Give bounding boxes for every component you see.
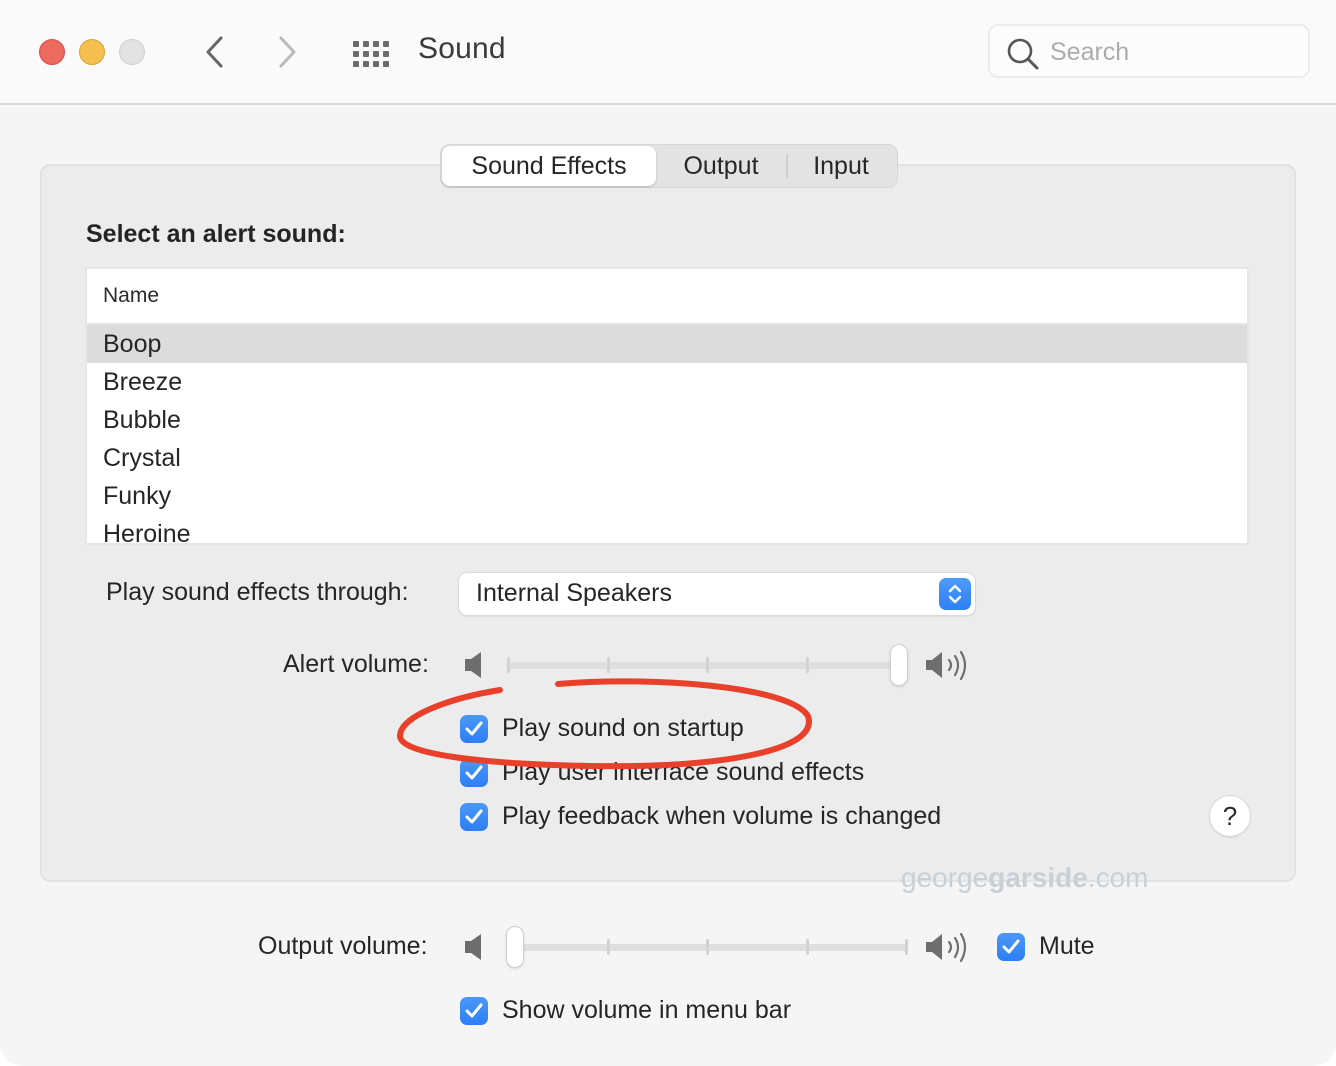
popup-stepper-icon: [939, 578, 971, 610]
checkmark-icon: [460, 802, 488, 831]
checkbox-label: Show volume in menu bar: [502, 996, 792, 1024]
output-device-select[interactable]: Internal Speakers: [459, 573, 975, 615]
output-volume-label: Output volume:: [258, 932, 428, 960]
alert-volume-slider[interactable]: [506, 645, 908, 685]
show-volume-menu-bar-checkbox[interactable]: Show volume in menu bar: [460, 996, 791, 1025]
watermark: georgegarside.com: [901, 862, 1148, 894]
slider-tick: [805, 939, 809, 955]
watermark-bold: garside: [988, 862, 1088, 893]
checkmark-icon: [460, 996, 488, 1025]
tab-input[interactable]: Input: [788, 146, 894, 186]
help-button[interactable]: ?: [1210, 796, 1250, 836]
output-volume-slider[interactable]: [506, 927, 908, 967]
tab-bar: Sound Effects Output Input: [440, 144, 898, 188]
forward-button[interactable]: [270, 32, 306, 72]
slider-thumb[interactable]: [891, 645, 907, 685]
list-item[interactable]: Funky: [87, 477, 1247, 515]
slider-tick: [706, 657, 709, 673]
speaker-high-icon: [926, 650, 967, 681]
close-button[interactable]: [39, 39, 65, 65]
checkbox-label: Play user interface sound effects: [502, 758, 865, 786]
mute-checkbox[interactable]: Mute: [997, 932, 1095, 961]
back-button[interactable]: [196, 32, 232, 72]
tab-output[interactable]: Output: [656, 146, 786, 186]
slider-tick: [606, 657, 610, 673]
play-feedback-volume-checkbox[interactable]: Play feedback when volume is changed: [460, 802, 941, 831]
speaker-high-icon: [926, 932, 967, 963]
play-sound-on-startup-checkbox[interactable]: Play sound on startup: [460, 714, 744, 743]
alert-sound-heading: Select an alert sound:: [86, 220, 346, 248]
checkmark-icon: [460, 758, 488, 787]
checkmark-icon: [997, 932, 1025, 961]
tab-sound-effects[interactable]: Sound Effects: [442, 146, 656, 186]
slider-tick: [706, 939, 709, 955]
chevron-right-icon: [279, 36, 296, 68]
sound-preferences-window: Sound Sound Effects Output Input Select …: [0, 0, 1336, 1066]
column-header-name[interactable]: Name: [87, 269, 1247, 325]
checkbox-label: Play sound on startup: [502, 714, 744, 742]
speaker-low-icon: [465, 934, 481, 960]
search-icon: [1007, 38, 1039, 70]
chevron-left-icon: [206, 36, 223, 68]
show-all-button[interactable]: [350, 36, 390, 68]
window-title: Sound: [418, 32, 506, 65]
play-ui-sound-effects-checkbox[interactable]: Play user interface sound effects: [460, 758, 864, 787]
minimize-button[interactable]: [79, 39, 105, 65]
watermark-prefix: george: [901, 862, 989, 893]
list-item[interactable]: Boop: [87, 325, 1247, 363]
slider-tick: [507, 657, 510, 673]
alert-volume-label: Alert volume:: [283, 650, 429, 678]
checkmark-icon: [460, 714, 488, 743]
alert-sound-list[interactable]: Name Boop Breeze Bubble Crystal Funky He…: [85, 267, 1249, 545]
list-item[interactable]: Crystal: [87, 439, 1247, 477]
search-field[interactable]: [988, 24, 1310, 78]
slider-tick: [905, 939, 908, 955]
slider-thumb[interactable]: [507, 927, 523, 967]
search-input[interactable]: [1048, 34, 1302, 70]
play-through-label: Play sound effects through:: [106, 578, 409, 606]
slider-tick: [606, 939, 610, 955]
checkbox-label: Play feedback when volume is changed: [502, 802, 942, 830]
list-item[interactable]: Breeze: [87, 363, 1247, 401]
slider-tick: [805, 657, 809, 673]
title-bar: Sound: [0, 0, 1336, 105]
list-item[interactable]: Heroine: [87, 515, 1247, 544]
watermark-suffix: .com: [1087, 862, 1149, 893]
checkbox-label: Mute: [1039, 932, 1095, 960]
zoom-button[interactable]: [119, 39, 145, 65]
speaker-low-icon: [465, 652, 481, 678]
output-device-value: Internal Speakers: [476, 579, 672, 607]
list-item[interactable]: Bubble: [87, 401, 1247, 439]
